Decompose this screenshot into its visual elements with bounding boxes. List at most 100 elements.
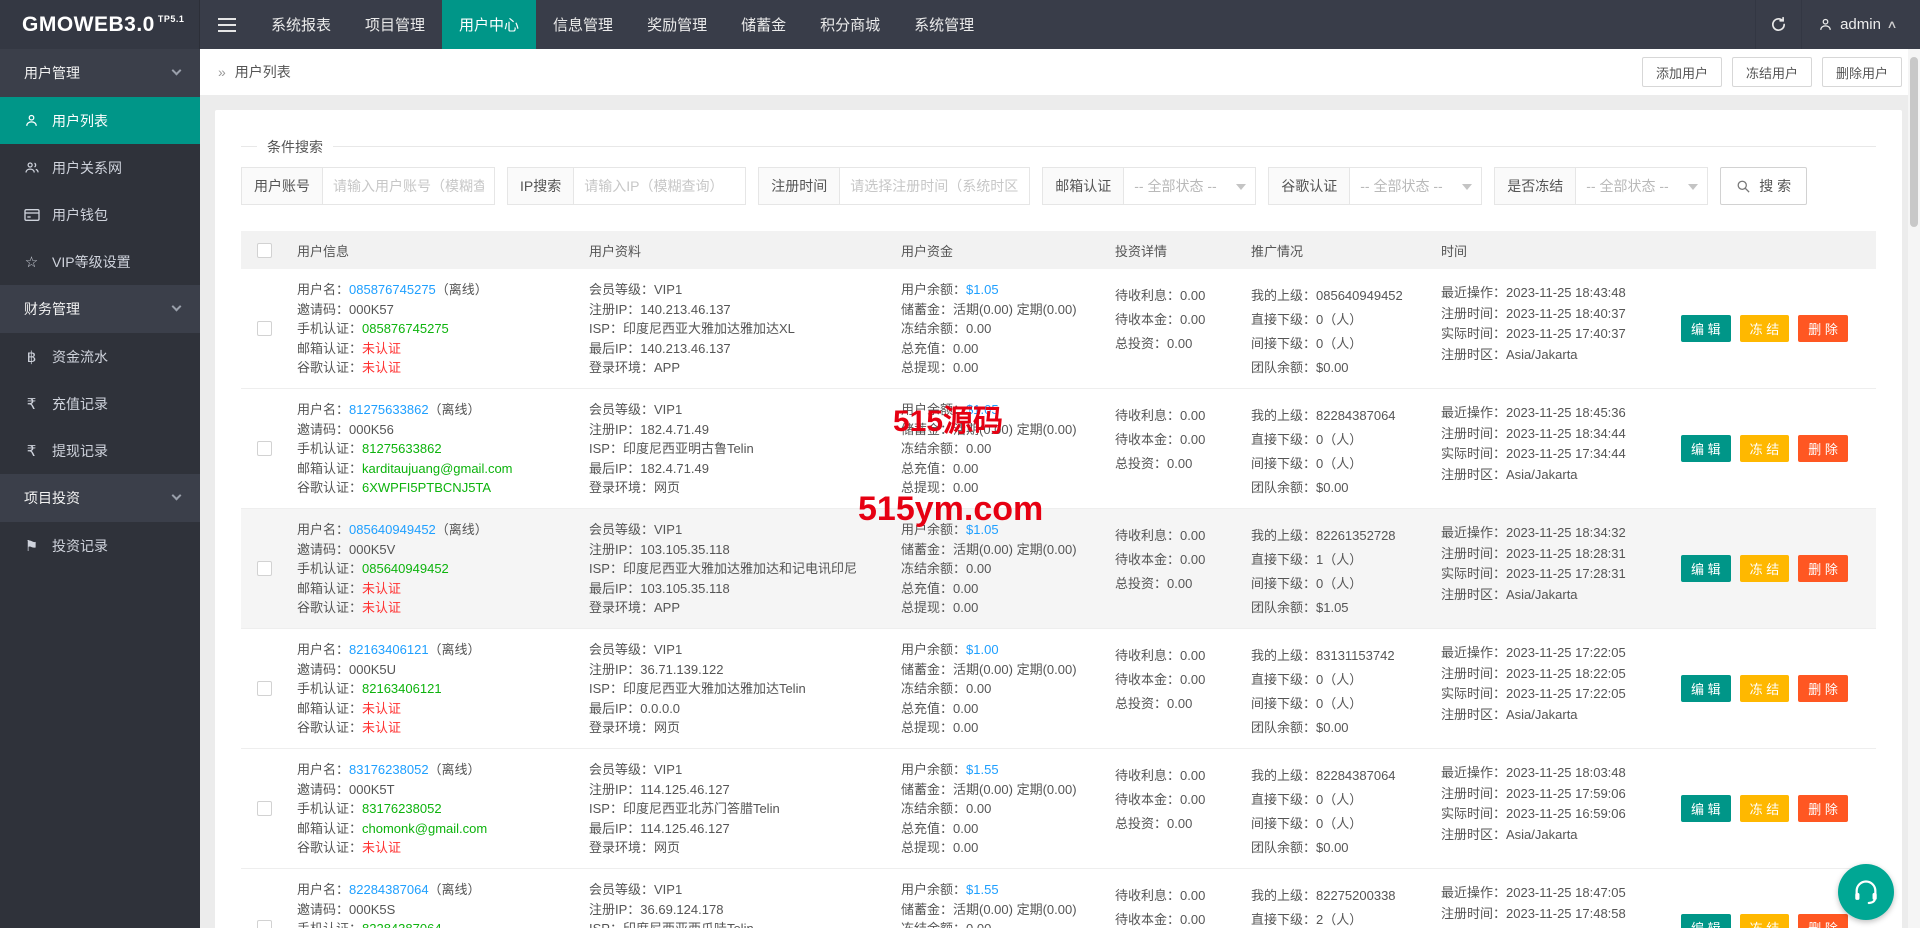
select-all-checkbox[interactable]: [257, 243, 272, 258]
freeze-button[interactable]: 冻 结: [1740, 555, 1790, 582]
add-user-button[interactable]: 添加用户: [1642, 57, 1722, 87]
delete-button[interactable]: 删 除: [1798, 795, 1848, 822]
delete-button[interactable]: 删 除: [1798, 315, 1848, 342]
delete-button[interactable]: 删 除: [1798, 675, 1848, 702]
sidebar-item-recharge-records[interactable]: ₹ 充值记录: [0, 380, 200, 427]
edit-button[interactable]: 编 辑: [1681, 435, 1731, 462]
value-link[interactable]: $1.05: [966, 402, 999, 417]
row-actions: 编 辑冻 结删 除: [1673, 749, 1876, 868]
ip-input[interactable]: [574, 167, 746, 205]
sidebar: 用户管理 用户列表 用户关系网 用户钱包 ☆ VIP等级设置 财务管理 ฿ 资金…: [0, 49, 200, 928]
edit-button[interactable]: 编 辑: [1681, 315, 1731, 342]
row-checkbox[interactable]: [257, 681, 272, 696]
sidebar-item-fund-flow[interactable]: ฿ 资金流水: [0, 333, 200, 380]
nav-item-points-mall[interactable]: 积分商城: [803, 0, 897, 49]
freeze-button[interactable]: 冻 结: [1740, 914, 1790, 928]
text: 注册IP：140.213.46.137: [589, 302, 731, 317]
nav-item-info[interactable]: 信息管理: [536, 0, 630, 49]
text: 我的上级：82284387064: [1251, 768, 1396, 783]
nav-item-reports[interactable]: 系统报表: [254, 0, 348, 49]
nav-item-projects[interactable]: 项目管理: [348, 0, 442, 49]
value-link[interactable]: 085876745275: [349, 282, 436, 297]
text: （离线）: [429, 882, 481, 897]
delete-user-button[interactable]: 删除用户: [1822, 57, 1902, 87]
delete-button[interactable]: 删 除: [1798, 435, 1848, 462]
customer-service-button[interactable]: [1838, 864, 1894, 920]
text: 总投资：0.00: [1115, 456, 1192, 471]
text: 会员等级：VIP1: [589, 402, 682, 417]
text: 待收本金：0.00: [1115, 552, 1205, 567]
edit-button[interactable]: 编 辑: [1681, 795, 1731, 822]
header-promotion: 推广情况: [1241, 241, 1431, 260]
admin-username: admin: [1840, 16, 1881, 33]
edit-button[interactable]: 编 辑: [1681, 914, 1731, 928]
value-link[interactable]: $1.55: [966, 882, 999, 897]
row-actions: 编 辑冻 结删 除: [1673, 629, 1876, 748]
regtime-input[interactable]: [840, 167, 1030, 205]
edit-button[interactable]: 编 辑: [1681, 555, 1731, 582]
freeze-button[interactable]: 冻 结: [1740, 315, 1790, 342]
freeze-user-button[interactable]: 冻结用户: [1732, 57, 1812, 87]
table-row: 用户名：82284387064（离线）邀请码：000K5S手机认证：822843…: [241, 869, 1876, 928]
value-link[interactable]: 82284387064: [349, 882, 429, 897]
text: 用户余额：: [901, 282, 966, 297]
freeze-button[interactable]: 冻 结: [1740, 435, 1790, 462]
sidebar-item-user-wallet[interactable]: 用户钱包: [0, 191, 200, 238]
sidebar-item-withdraw-records[interactable]: ₹ 提现记录: [0, 427, 200, 474]
freeze-button[interactable]: 冻 结: [1740, 675, 1790, 702]
headset-icon: [1852, 878, 1880, 906]
delete-button[interactable]: 删 除: [1798, 555, 1848, 582]
admin-user-menu[interactable]: admin ∧: [1801, 0, 1920, 49]
nav-item-rewards[interactable]: 奖励管理: [630, 0, 724, 49]
table-header: 用户信息 用户资料 用户资金 投资详情 推广情况 时间: [241, 231, 1876, 269]
text: 085876745275: [362, 321, 449, 336]
value-link[interactable]: $1.05: [966, 522, 999, 537]
nav-item-savings[interactable]: 储蓄金: [724, 0, 803, 49]
text: 冻结余额：0.00: [901, 561, 991, 576]
hamburger-menu-icon[interactable]: [200, 0, 254, 49]
value-link[interactable]: 82163406121: [349, 642, 429, 657]
delete-button[interactable]: 删 除: [1798, 914, 1848, 928]
text: 注册IP：103.105.35.118: [589, 542, 730, 557]
sidebar-group-finance[interactable]: 财务管理: [0, 285, 200, 333]
sidebar-item-investment-records[interactable]: ⚑ 投资记录: [0, 522, 200, 569]
edit-button[interactable]: 编 辑: [1681, 675, 1731, 702]
chevron-down-icon: [172, 66, 182, 76]
sidebar-item-vip-settings[interactable]: ☆ VIP等级设置: [0, 238, 200, 285]
scrollbar-thumb[interactable]: [1910, 57, 1918, 227]
account-input[interactable]: [323, 167, 495, 205]
freeze-button[interactable]: 冻 结: [1740, 795, 1790, 822]
frozen-select[interactable]: -- 全部状态 --: [1576, 167, 1708, 205]
text: 最后IP：103.105.35.118: [589, 581, 730, 596]
search-button[interactable]: 搜 索: [1720, 167, 1807, 205]
row-checkbox[interactable]: [257, 321, 272, 336]
value-link[interactable]: $1.00: [966, 642, 999, 657]
value-link[interactable]: 83176238052: [349, 762, 429, 777]
value-link[interactable]: 085640949452: [349, 522, 436, 537]
nav-item-system[interactable]: 系统管理: [897, 0, 991, 49]
row-checkbox[interactable]: [257, 920, 272, 928]
text: ISP：印度尼西亚明古鲁Telin: [589, 441, 754, 456]
sidebar-item-user-network[interactable]: 用户关系网: [0, 144, 200, 191]
header-time: 时间: [1431, 241, 1673, 260]
nav-item-user-center[interactable]: 用户中心: [442, 0, 536, 49]
sidebar-group-project-investment[interactable]: 项目投资: [0, 474, 200, 522]
row-checkbox[interactable]: [257, 441, 272, 456]
refresh-icon[interactable]: [1755, 0, 1801, 49]
value-link[interactable]: $1.05: [966, 282, 999, 297]
text: 登录环境：APP: [589, 600, 680, 615]
header-user-profile: 用户资料: [579, 241, 891, 260]
text: 未认证: [362, 701, 401, 716]
google-auth-select[interactable]: -- 全部状态 --: [1350, 167, 1482, 205]
email-auth-select[interactable]: -- 全部状态 --: [1124, 167, 1256, 205]
row-checkbox[interactable]: [257, 561, 272, 576]
value-link[interactable]: $1.55: [966, 762, 999, 777]
text: 会员等级：VIP1: [589, 522, 682, 537]
cell-funds: 用户余额：$1.05储蓄金：活期(0.00) 定期(0.00)冻结余额：0.00…: [891, 509, 1105, 628]
text: 注册时间：2023-11-25 18:22:05: [1441, 666, 1626, 681]
row-checkbox[interactable]: [257, 801, 272, 816]
value-link[interactable]: 81275633862: [349, 402, 429, 417]
sidebar-group-user-management[interactable]: 用户管理: [0, 49, 200, 97]
sidebar-item-user-list[interactable]: 用户列表: [0, 97, 200, 144]
cell-time: 最近操作：2023-11-25 17:22:05注册时间：2023-11-25 …: [1431, 629, 1673, 748]
